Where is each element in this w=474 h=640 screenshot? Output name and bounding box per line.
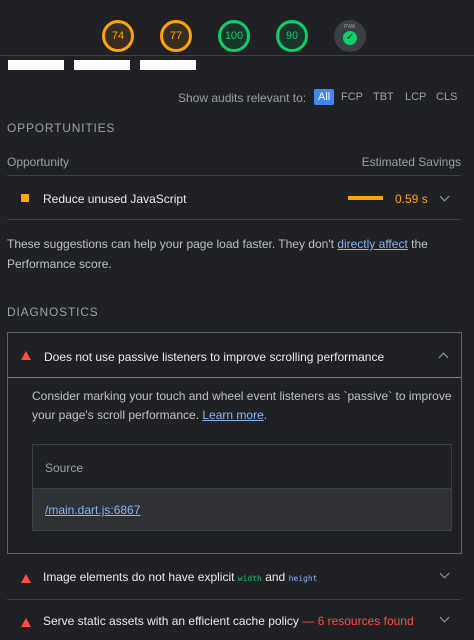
pwa-label: PWA — [344, 24, 356, 30]
accessibility-score-gauge[interactable]: 77 — [160, 20, 192, 52]
savings-value: 0.59 s — [395, 192, 428, 206]
savings-column-header: Estimated Savings — [361, 155, 461, 169]
divider — [7, 175, 461, 176]
filter-chip-cls[interactable]: CLS — [432, 89, 461, 105]
best-practices-score-gauge[interactable]: 100 — [218, 20, 250, 52]
audit-header[interactable]: Does not use passive listeners to improv… — [8, 333, 461, 378]
diagnostics-heading: DIAGNOSTICS — [7, 305, 99, 319]
audit-description: Consider marking your touch and wheel ev… — [32, 387, 452, 425]
filter-label: Show audits relevant to: — [178, 91, 307, 105]
opportunities-note: These suggestions can help your page loa… — [7, 234, 447, 274]
opportunity-row[interactable]: Reduce unused JavaScript 0.59 s — [7, 183, 461, 213]
audit-title: Serve static assets with an efficient ca… — [43, 614, 414, 628]
savings-bar — [348, 196, 383, 200]
check-icon: ✓ — [343, 31, 357, 45]
source-table: Source /main.dart.js:6867 — [32, 444, 452, 531]
filmstrip-thumbnail — [74, 60, 130, 70]
expanded-audit: Does not use passive listeners to improv… — [7, 332, 462, 554]
accessibility-score: 77 — [169, 30, 183, 42]
learn-more-link[interactable]: Learn more — [202, 408, 263, 422]
filmstrip-thumbnail — [8, 60, 64, 70]
filter-chip-fcp[interactable]: FCP — [337, 89, 367, 105]
filter-chip-lcp[interactable]: LCP — [401, 89, 430, 105]
directly-affect-link[interactable]: directly affect — [337, 237, 407, 251]
table-row: /main.dart.js:6867 — [33, 489, 451, 530]
opportunity-label: Reduce unused JavaScript — [43, 192, 187, 206]
audit-row-cache-policy[interactable]: Serve static assets with an efficient ca… — [7, 600, 461, 640]
metric-filter: Show audits relevant to: All FCP TBT LCP… — [0, 88, 474, 108]
chevron-down-icon[interactable] — [439, 191, 450, 202]
pwa-badge[interactable]: PWA ✓ — [334, 20, 366, 52]
audit-title: Does not use passive listeners to improv… — [44, 350, 385, 364]
source-column-header: Source — [45, 461, 84, 475]
filmstrip-thumbnail — [140, 60, 196, 70]
fail-triangle-icon — [21, 618, 31, 627]
performance-score-gauge[interactable]: 74 — [102, 20, 134, 52]
chevron-down-icon[interactable] — [439, 612, 450, 623]
best-practices-score: 100 — [224, 30, 244, 42]
source-link[interactable]: /main.dart.js:6867 — [45, 503, 140, 517]
audit-row-image-dimensions[interactable]: Image elements do not have explicit widt… — [7, 556, 461, 600]
opportunity-column-header: Opportunity — [7, 155, 70, 169]
seo-score-gauge[interactable]: 90 — [276, 20, 308, 52]
audit-desc-end: . — [263, 408, 268, 422]
filter-chip-tbt[interactable]: TBT — [369, 89, 398, 105]
divider — [7, 219, 461, 220]
chevron-up-icon[interactable] — [438, 352, 449, 363]
audit-title-and: and — [261, 570, 289, 584]
seo-score: 90 — [285, 30, 299, 42]
table-header: Source — [33, 445, 451, 489]
code-width: width — [237, 574, 262, 583]
opportunities-heading: OPPORTUNITIES — [7, 121, 116, 135]
filter-chip-all[interactable]: All — [314, 89, 335, 105]
average-square-icon — [21, 194, 29, 202]
resources-found: — 6 resources found — [298, 614, 414, 628]
score-header: 74 77 100 90 PWA ✓ — [0, 0, 474, 56]
fail-triangle-icon — [21, 351, 31, 360]
chevron-down-icon[interactable] — [439, 568, 450, 579]
audit-title-text: Serve static assets with an efficient ca… — [43, 614, 299, 628]
code-height: height — [288, 574, 318, 583]
fail-triangle-icon — [21, 574, 31, 583]
performance-score: 74 — [111, 30, 125, 42]
audit-title-text: Image elements do not have explicit — [43, 570, 238, 584]
audit-title: Image elements do not have explicit widt… — [43, 570, 317, 584]
note-text: These suggestions can help your page loa… — [7, 237, 338, 251]
